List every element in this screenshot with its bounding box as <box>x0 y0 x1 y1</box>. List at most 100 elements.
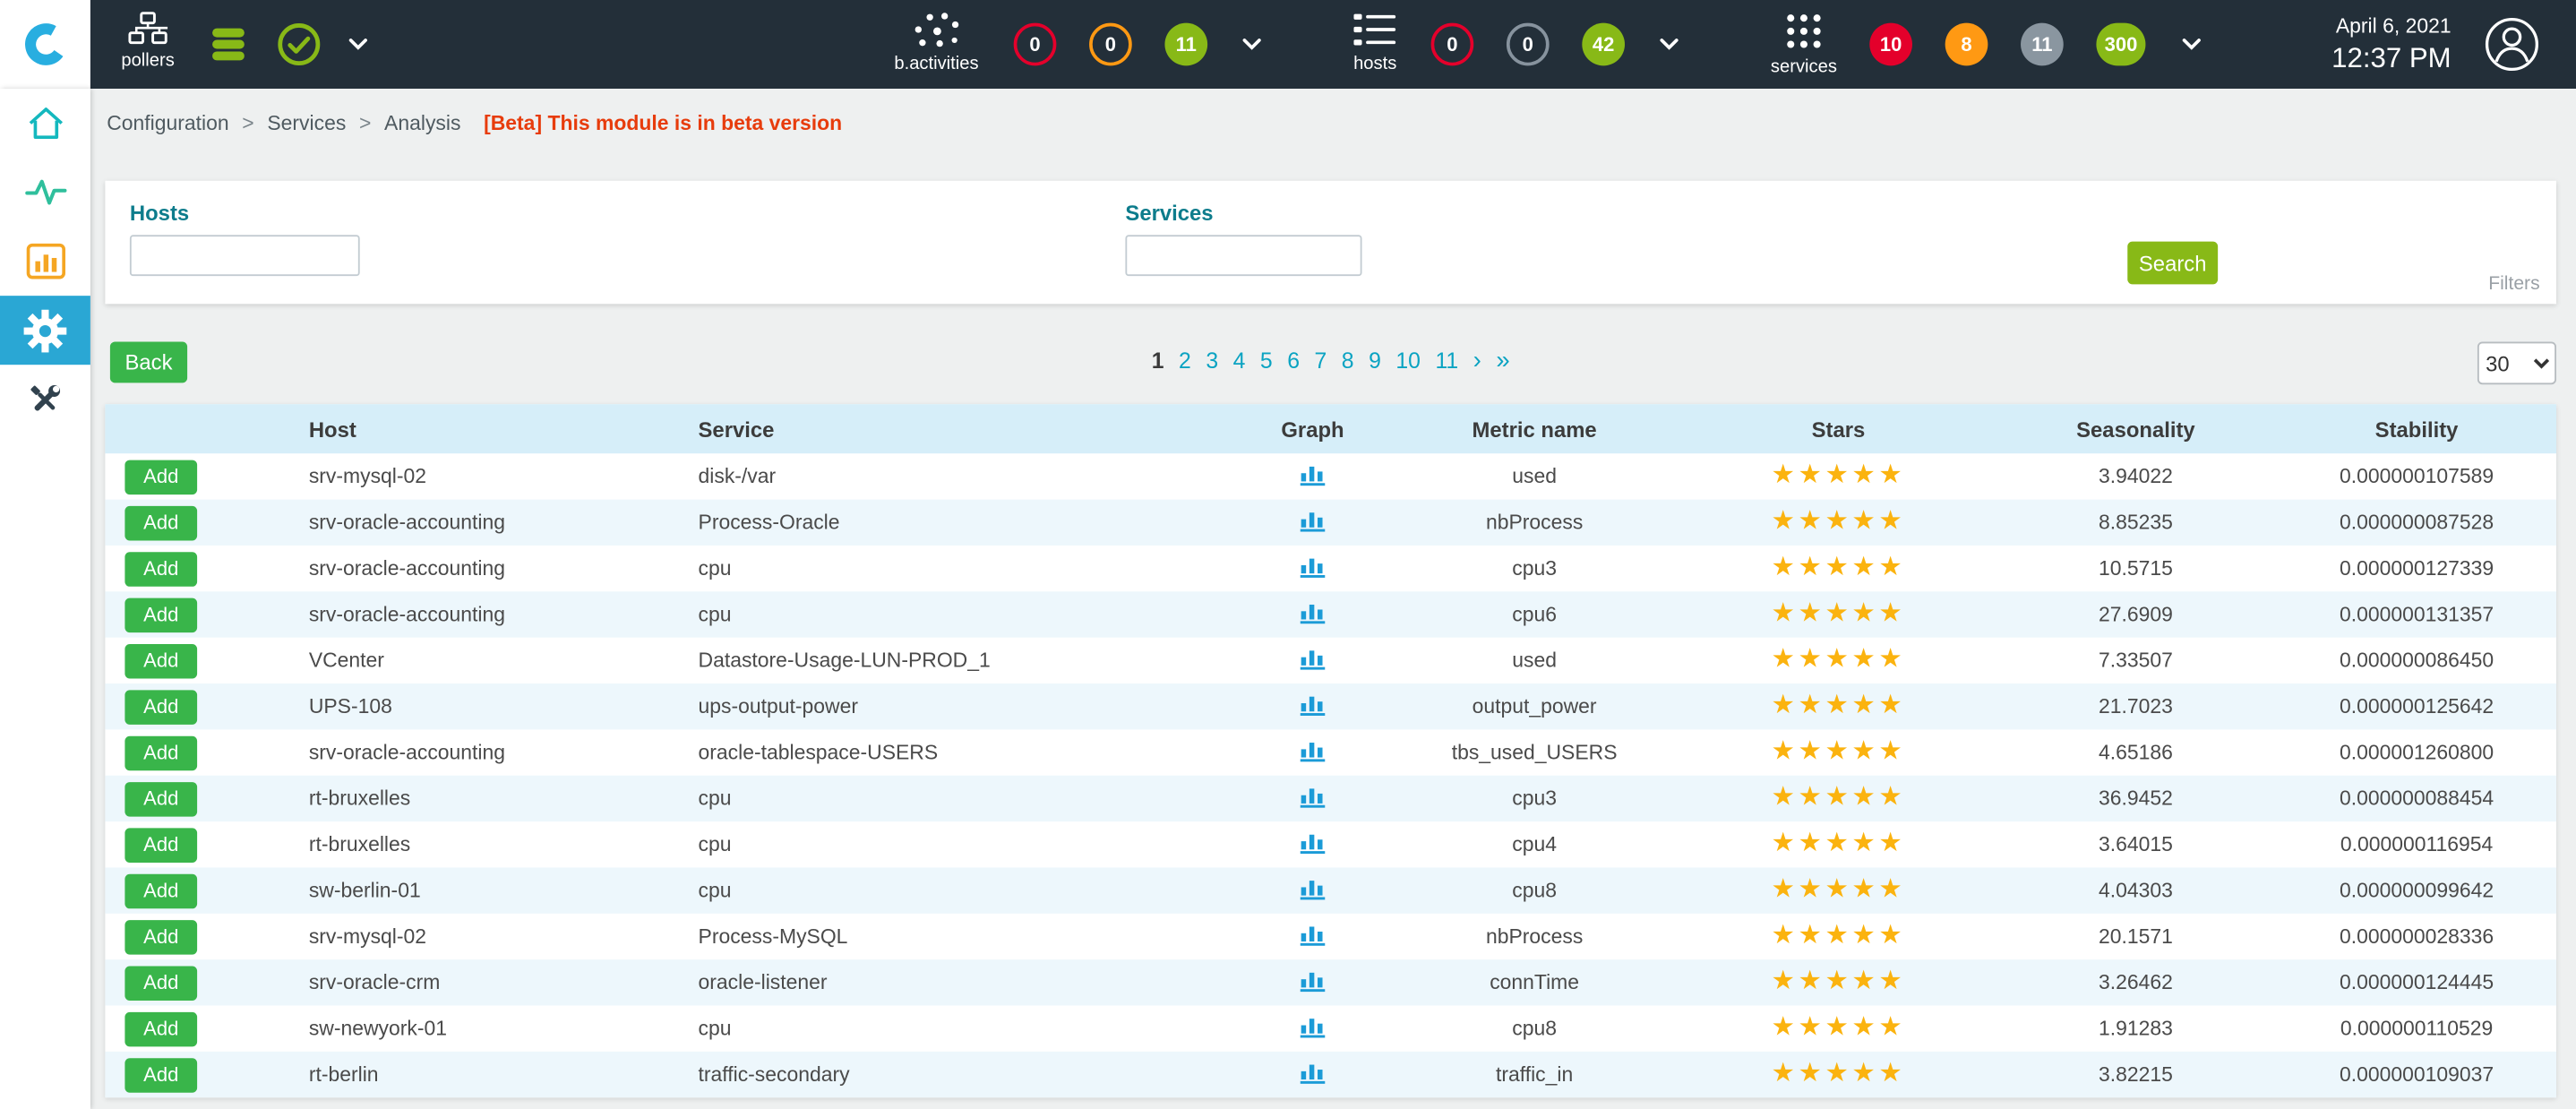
services-badges: 10 8 11 300 <box>1869 23 2145 66</box>
graph-icon[interactable] <box>1300 692 1326 717</box>
graph-icon[interactable] <box>1300 830 1326 855</box>
status-badge-ring-gray[interactable]: 0 <box>1507 23 1550 66</box>
stability-cell: 0.000000107589 <box>2277 465 2556 488</box>
status-badge-ring-red[interactable]: 0 <box>1014 23 1057 66</box>
table-row: Addrt-bruxellescpucpu3★★★★★36.94520.0000… <box>105 776 2556 821</box>
pagination-page-7[interactable]: 7 <box>1314 348 1327 374</box>
pagination-page-4[interactable]: 4 <box>1233 348 1246 374</box>
pagination-page-2[interactable]: 2 <box>1179 348 1191 374</box>
add-button[interactable]: Add <box>125 966 197 1001</box>
pagination-page-3[interactable]: 3 <box>1206 348 1218 374</box>
sidebar-item-reporting[interactable] <box>0 227 90 296</box>
chevron-down-icon[interactable] <box>1660 38 1679 51</box>
status-badge-fill-gray[interactable]: 11 <box>2021 23 2064 66</box>
status-badge-fill-green[interactable]: 42 <box>1582 23 1625 66</box>
stability-cell: 0.000000087528 <box>2277 511 2556 534</box>
metric-cell: nbProcess <box>1387 511 1682 534</box>
graph-icon[interactable] <box>1300 967 1326 993</box>
search-button[interactable]: Search <box>2127 242 2218 285</box>
pagination-page-6[interactable]: 6 <box>1287 348 1300 374</box>
services-menu[interactable]: services <box>1761 12 1846 77</box>
add-button[interactable]: Add <box>125 781 197 816</box>
sidebar-item-monitoring[interactable] <box>0 158 90 227</box>
pagination-page-11[interactable]: 11 <box>1435 348 1458 374</box>
pagination-page-5[interactable]: 5 <box>1260 348 1273 374</box>
page-size-select[interactable]: 30 <box>2477 342 2556 385</box>
database-latency-icon[interactable] <box>207 23 250 66</box>
seasonality-cell: 8.85235 <box>1995 511 2277 534</box>
add-cell: Add <box>105 873 308 908</box>
add-button[interactable]: Add <box>125 597 197 632</box>
status-badge-ring-orange[interactable]: 0 <box>1089 23 1132 66</box>
pagination-page-10[interactable]: 10 <box>1395 348 1421 374</box>
graph-icon[interactable] <box>1300 461 1326 486</box>
host-cell: srv-oracle-accounting <box>309 511 699 534</box>
add-button[interactable]: Add <box>125 735 197 770</box>
status-badge-fill-orange[interactable]: 8 <box>1945 23 1988 66</box>
status-badge-fill-green[interactable]: 11 <box>1164 23 1207 66</box>
hosts-filter-input[interactable] <box>130 235 360 276</box>
pagination-last[interactable]: » <box>1496 348 1509 374</box>
pagination: 123456789 10 11 › » <box>1152 348 1510 374</box>
breadcrumb-item[interactable]: Services <box>267 112 346 135</box>
chevron-down-icon[interactable] <box>2182 38 2202 51</box>
graph-icon[interactable] <box>1300 738 1326 763</box>
table-row: AddUPS-108ups-output-poweroutput_power★★… <box>105 683 2556 729</box>
ba-menu[interactable]: b.activities <box>887 12 985 74</box>
graph-icon[interactable] <box>1300 1060 1326 1085</box>
status-badge-ring-red[interactable]: 0 <box>1431 23 1474 66</box>
graph-icon[interactable] <box>1300 646 1326 671</box>
services-filter-input[interactable] <box>1125 235 1361 276</box>
back-button[interactable]: Back <box>110 342 187 383</box>
add-button[interactable]: Add <box>125 689 197 724</box>
sidebar-item-tools[interactable] <box>0 365 90 434</box>
add-button[interactable]: Add <box>125 551 197 586</box>
beta-notice: [Beta] This module is in beta version <box>484 112 842 135</box>
centreon-logo[interactable] <box>0 0 90 89</box>
graph-icon[interactable] <box>1300 876 1326 901</box>
sidebar-item-configuration[interactable] <box>0 296 90 365</box>
pagination-page-1[interactable]: 1 <box>1152 348 1164 374</box>
add-button[interactable]: Add <box>125 505 197 540</box>
graph-icon[interactable] <box>1300 599 1326 624</box>
pagination-next[interactable]: › <box>1473 348 1481 374</box>
add-button[interactable]: Add <box>125 460 197 494</box>
status-badge-fill-green[interactable]: 300 <box>2096 23 2145 66</box>
metric-cell: cpu4 <box>1387 833 1682 856</box>
add-cell: Add <box>105 1011 308 1046</box>
graph-icon[interactable] <box>1300 784 1326 809</box>
pagination-page-9[interactable]: 9 <box>1369 348 1381 374</box>
graph-cell <box>1239 646 1387 675</box>
status-badge-fill-red[interactable]: 10 <box>1869 23 1912 66</box>
pagination-page-8[interactable]: 8 <box>1342 348 1354 374</box>
sidebar-item-home[interactable] <box>0 89 90 158</box>
seasonality-cell: 10.5715 <box>1995 557 2277 580</box>
chevron-down-icon[interactable] <box>348 38 368 51</box>
breadcrumb-item[interactable]: Analysis <box>384 112 460 135</box>
add-button[interactable]: Add <box>125 873 197 908</box>
user-profile-icon[interactable] <box>2484 16 2539 72</box>
pollers-menu[interactable]: pollers <box>108 12 187 71</box>
graph-icon[interactable] <box>1300 922 1326 947</box>
graph-icon[interactable] <box>1300 554 1326 579</box>
graph-icon[interactable] <box>1300 1014 1326 1039</box>
add-cell: Add <box>105 505 308 540</box>
breadcrumb-item[interactable]: Configuration <box>107 112 228 135</box>
host-cell: VCenter <box>309 649 699 673</box>
hosts-menu[interactable]: hosts <box>1337 12 1413 74</box>
chevron-down-icon[interactable] <box>1242 38 1262 51</box>
host-cell: rt-berlin <box>309 1063 699 1087</box>
graph-icon[interactable] <box>1300 508 1326 533</box>
poller-health-icon[interactable] <box>276 21 322 67</box>
add-button[interactable]: Add <box>125 828 197 863</box>
stars-rating: ★★★★★ <box>1682 924 1994 950</box>
add-button[interactable]: Add <box>125 1011 197 1046</box>
stars-rating: ★★★★★ <box>1682 510 1994 536</box>
service-cell: Datastore-Usage-LUN-PROD_1 <box>699 649 1239 673</box>
add-button[interactable]: Add <box>125 919 197 954</box>
seasonality-cell: 3.64015 <box>1995 833 2277 856</box>
stability-cell: 0.000000028336 <box>2277 925 2556 949</box>
add-button[interactable]: Add <box>125 1057 197 1092</box>
pollers-label: pollers <box>121 51 174 71</box>
add-button[interactable]: Add <box>125 643 197 678</box>
